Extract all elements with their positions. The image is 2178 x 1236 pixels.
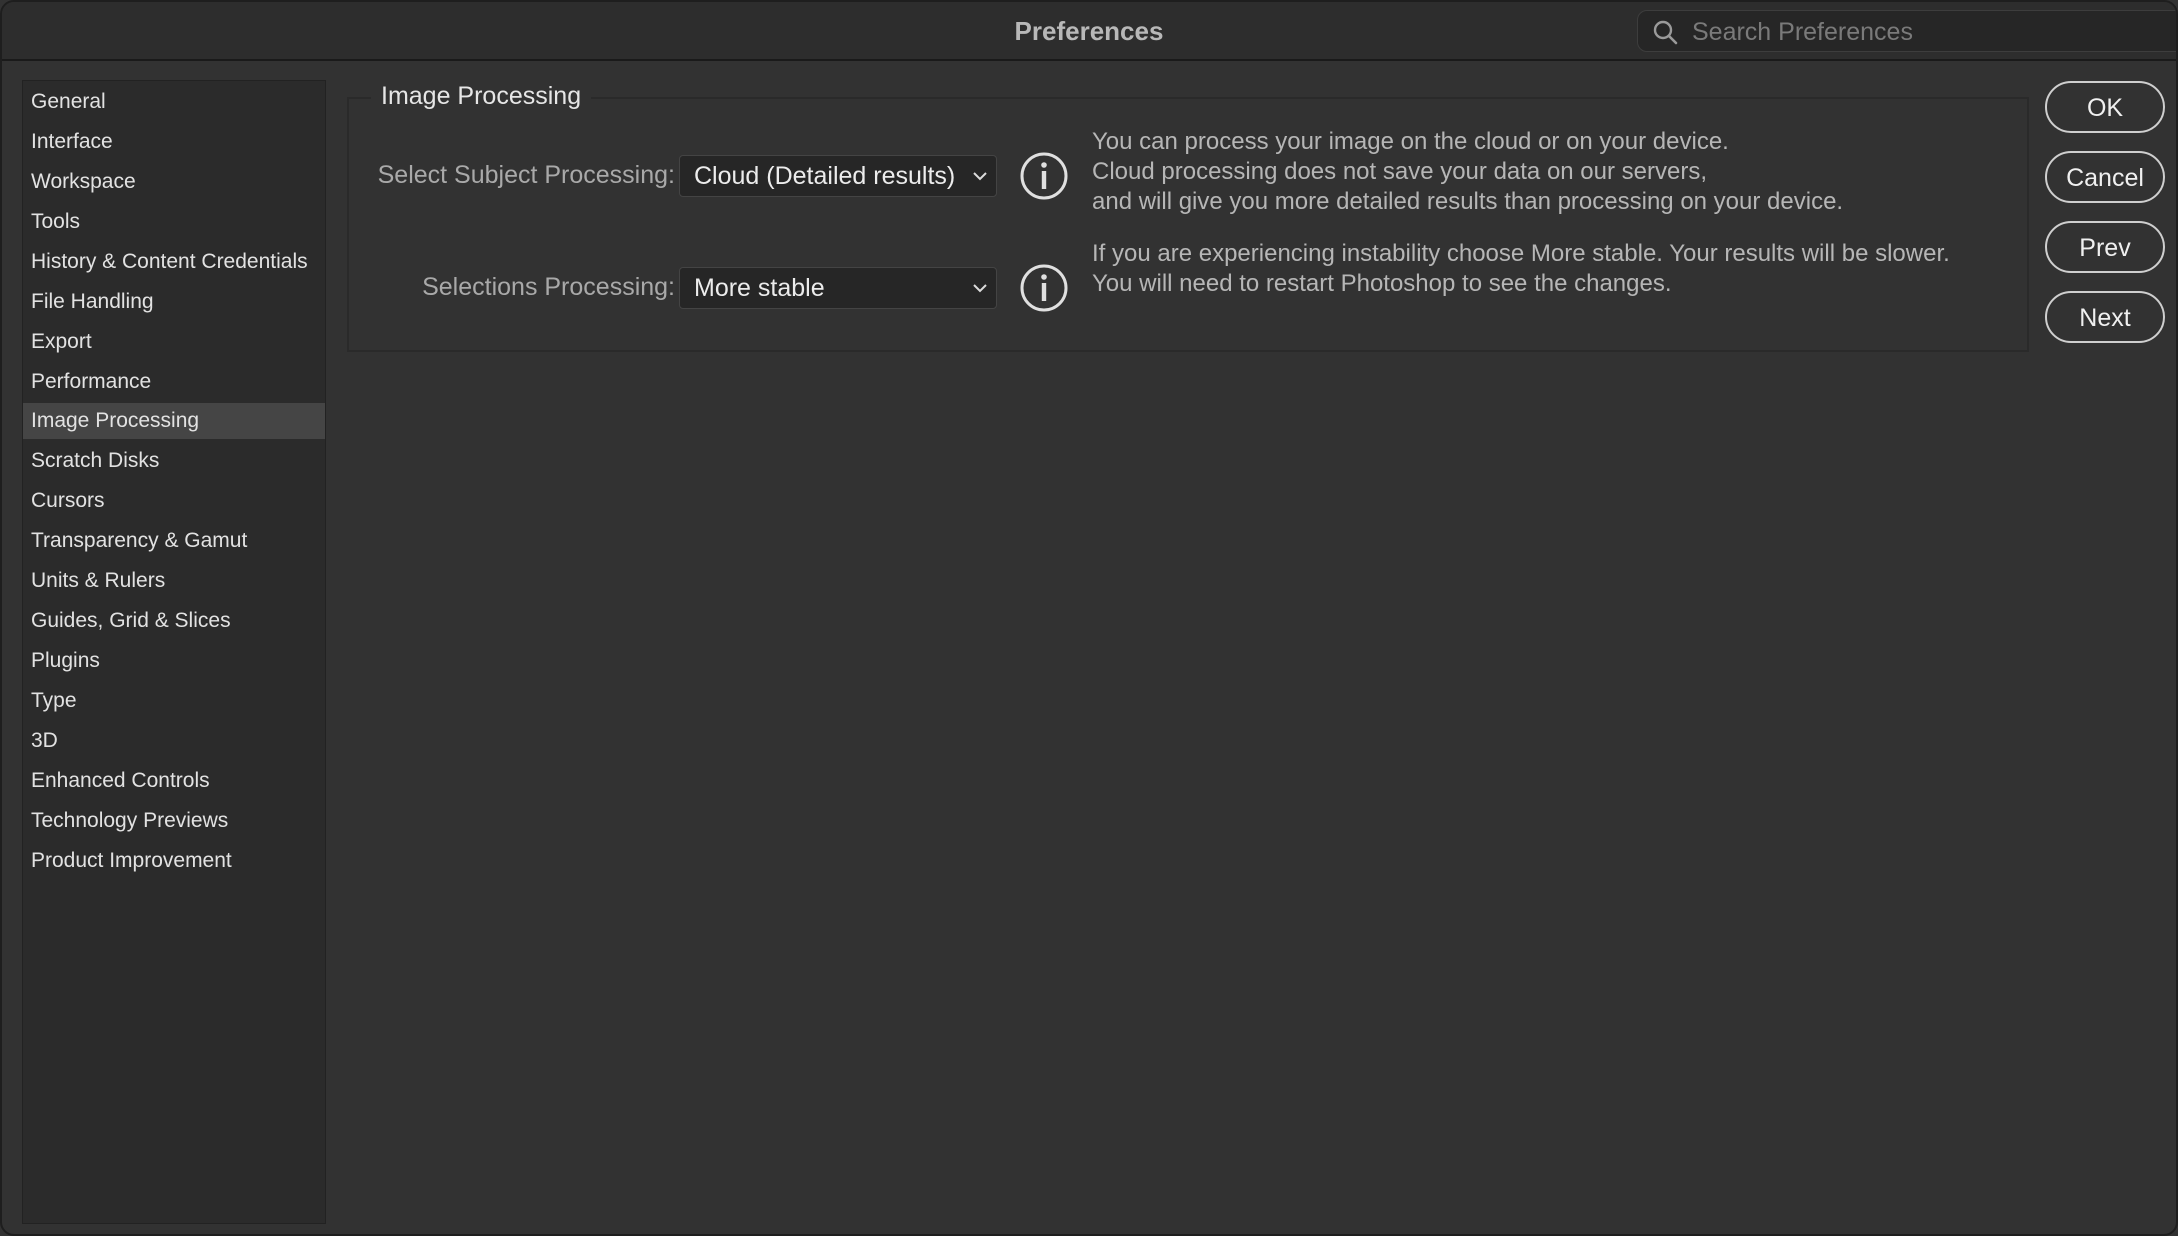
sidebar-item-scratch-disks[interactable]: Scratch Disks — [23, 443, 325, 479]
selections-info-text: If you are experiencing instability choo… — [1092, 239, 1950, 299]
sidebar-item-file-handling[interactable]: File Handling — [23, 284, 325, 320]
sidebar-item-product-improvement[interactable]: Product Improvement — [23, 843, 325, 879]
sidebar-item-workspace[interactable]: Workspace — [23, 164, 325, 200]
sidebar-item-transparency-gamut[interactable]: Transparency & Gamut — [23, 523, 325, 559]
selections-processing-dropdown[interactable]: More stable — [679, 267, 997, 309]
group-title: Image Processing — [371, 82, 592, 111]
preferences-window: Preferences General Interface Workspace … — [0, 0, 2178, 1236]
sidebar-item-enhanced-controls[interactable]: Enhanced Controls — [23, 763, 325, 799]
sidebar-item-plugins[interactable]: Plugins — [23, 643, 325, 679]
selections-processing-label: Selections Processing: — [422, 273, 675, 301]
sidebar-item-performance[interactable]: Performance — [23, 364, 325, 400]
sidebar-item-guides-grid-slices[interactable]: Guides, Grid & Slices — [23, 603, 325, 639]
info-line: and will give you more detailed results … — [1092, 188, 1844, 215]
image-processing-group: Image Processing Select Subject Processi… — [347, 82, 2029, 352]
chevron-down-icon — [973, 284, 987, 293]
search-box[interactable] — [1637, 10, 2176, 52]
chevron-down-icon — [973, 172, 987, 181]
select-subject-processing-value: Cloud (Detailed results) — [694, 162, 956, 190]
search-input[interactable] — [1690, 15, 2174, 49]
info-icon — [1020, 264, 1068, 312]
sidebar-item-cursors[interactable]: Cursors — [23, 483, 325, 519]
select-subject-processing-dropdown[interactable]: Cloud (Detailed results) — [679, 155, 997, 197]
select-subject-processing-label: Select Subject Processing: — [377, 161, 675, 189]
info-line: You can process your image on the cloud … — [1092, 128, 1729, 155]
info-line: You will need to restart Photoshop to se… — [1092, 270, 1672, 297]
info-icon — [1020, 152, 1068, 200]
search-icon — [1653, 20, 1678, 45]
next-button[interactable]: Next — [2045, 291, 2165, 343]
info-line: Cloud processing does not save your data… — [1092, 158, 1708, 185]
sidebar-item-type[interactable]: Type — [23, 683, 325, 719]
sidebar-item-3d[interactable]: 3D — [23, 723, 325, 759]
sidebar-item-interface[interactable]: Interface — [23, 124, 325, 160]
sidebar-item-general[interactable]: General — [23, 84, 325, 120]
select-subject-info-text: You can process your image on the cloud … — [1092, 127, 1843, 217]
cancel-button[interactable]: Cancel — [2045, 151, 2165, 203]
sidebar-item-export[interactable]: Export — [23, 324, 325, 360]
sidebar: General Interface Workspace Tools Histor… — [22, 80, 326, 1224]
sidebar-item-history-content-credentials[interactable]: History & Content Credentials — [23, 244, 325, 280]
sidebar-item-tools[interactable]: Tools — [23, 204, 325, 240]
info-line: If you are experiencing instability choo… — [1092, 240, 1950, 267]
sidebar-item-technology-previews[interactable]: Technology Previews — [23, 803, 325, 839]
ok-button[interactable]: OK — [2045, 81, 2165, 133]
selections-processing-value: More stable — [694, 274, 825, 302]
sidebar-item-image-processing[interactable]: Image Processing — [23, 403, 325, 439]
prev-button[interactable]: Prev — [2045, 221, 2165, 273]
sidebar-item-units-rulers[interactable]: Units & Rulers — [23, 563, 325, 599]
title-bar: Preferences — [2, 2, 2176, 61]
